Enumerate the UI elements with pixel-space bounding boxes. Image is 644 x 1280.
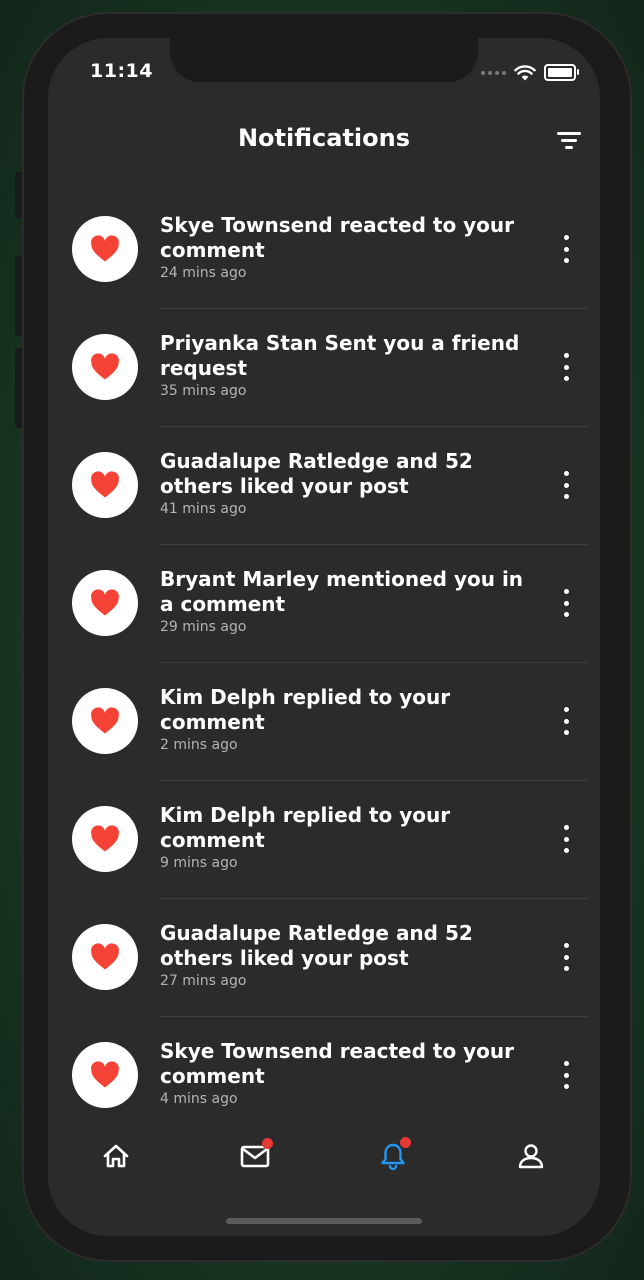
heart-icon [91,943,119,970]
avatar [72,1042,138,1108]
avatar [72,570,138,636]
notification-time: 27 mins ago [160,973,247,989]
heart-icon [91,707,119,734]
more-options-icon[interactable] [558,353,574,381]
filter-icon [557,132,581,149]
notification-badge [262,1138,273,1149]
notification-title: Guadalupe Ratledge and 52 others liked y… [160,921,473,970]
notification-item[interactable]: Guadalupe Ratledge and 52 others liked y… [48,899,600,1017]
notification-item[interactable]: Bryant Marley mentioned you in a comment… [48,545,600,663]
signal-icon [481,70,506,75]
wifi-icon [514,64,536,80]
home-icon [103,1144,129,1168]
notification-item[interactable]: Guadalupe Ratledge and 52 others liked y… [48,427,600,545]
avatar [72,688,138,754]
more-options-icon[interactable] [558,707,574,735]
more-options-icon[interactable] [558,589,574,617]
notification-item[interactable]: Skye Townsend reacted to your comment 4 … [48,1017,600,1135]
notification-time: 2 mins ago [160,737,238,753]
notification-title: Priyanka Stan Sent you a friend request [160,331,520,380]
tab-home[interactable] [96,1136,136,1176]
profile-icon [518,1144,544,1169]
notification-badge [400,1137,411,1148]
notification-item[interactable]: Skye Townsend reacted to your comment 24… [48,191,600,309]
notification-time: 4 mins ago [160,1091,238,1107]
screen: 11:14 Notifications Skye Townsend reacte… [48,38,600,1236]
heart-icon [91,825,119,852]
heart-icon [91,353,119,380]
notification-time: 35 mins ago [160,383,247,399]
notification-time: 41 mins ago [160,501,247,517]
avatar [72,924,138,990]
avatar [72,806,138,872]
avatar [72,452,138,518]
heart-icon [91,589,119,616]
notification-time: 24 mins ago [160,265,247,281]
filter-button[interactable] [554,126,584,154]
more-options-icon[interactable] [558,943,574,971]
notification-item[interactable]: Priyanka Stan Sent you a friend request … [48,309,600,427]
notification-title: Guadalupe Ratledge and 52 others liked y… [160,449,473,498]
notification-list: Skye Townsend reacted to your comment 24… [48,191,600,1135]
more-options-icon[interactable] [558,825,574,853]
tab-profile[interactable] [511,1136,551,1176]
notification-title: Kim Delph replied to your comment [160,803,451,852]
more-options-icon[interactable] [558,471,574,499]
heart-icon [91,235,119,262]
heart-icon [91,471,119,498]
more-options-icon[interactable] [558,235,574,263]
battery-icon [544,64,579,81]
avatar [72,216,138,282]
avatar [72,334,138,400]
status-time: 11:14 [90,60,153,82]
notch [170,38,478,82]
status-icons [481,64,579,81]
notification-title: Skye Townsend reacted to your comment [160,213,515,262]
notification-item[interactable]: Kim Delph replied to your comment 2 mins… [48,663,600,781]
notification-title: Skye Townsend reacted to your comment [160,1039,515,1088]
notification-title: Bryant Marley mentioned you in a comment [160,567,524,616]
tab-messages[interactable] [235,1136,275,1176]
heart-icon [91,1061,119,1088]
notification-title: Kim Delph replied to your comment [160,685,451,734]
notification-time: 9 mins ago [160,855,238,871]
home-indicator [226,1218,422,1224]
page-title: Notifications [237,124,411,152]
notification-time: 29 mins ago [160,619,247,635]
notification-item[interactable]: Kim Delph replied to your comment 9 mins… [48,781,600,899]
more-options-icon[interactable] [558,1061,574,1089]
tab-notifications[interactable] [373,1136,413,1176]
